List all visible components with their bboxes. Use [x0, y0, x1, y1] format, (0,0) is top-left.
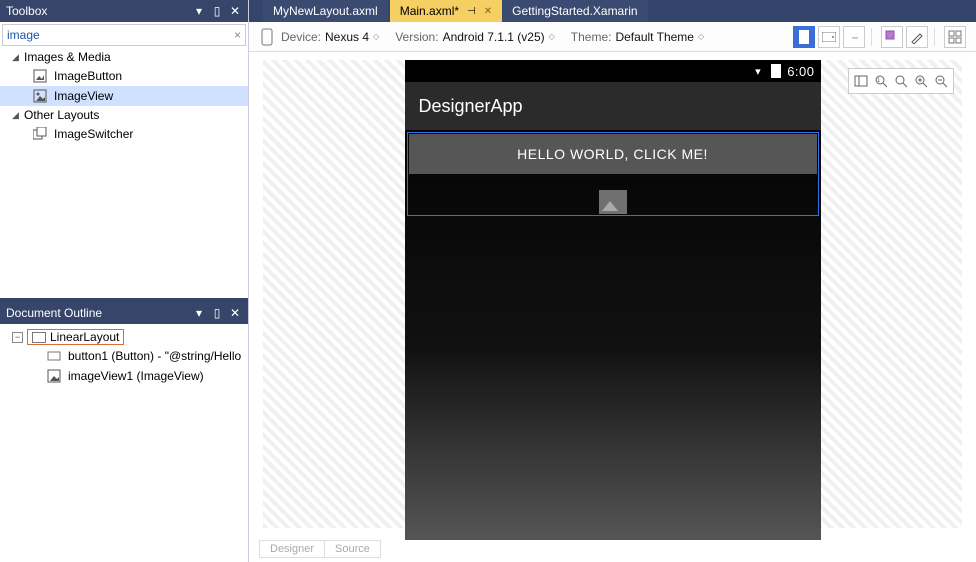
- button-icon: [46, 348, 62, 364]
- child-label: imageView1 (ImageView): [68, 369, 204, 383]
- device-dropdown[interactable]: ◇: [371, 32, 381, 41]
- button-text: HELLO WORLD, CLICK ME!: [517, 146, 708, 162]
- imageview-icon: [32, 88, 48, 104]
- imageswitcher-icon: [32, 126, 48, 142]
- outline-root[interactable]: − LinearLayout: [0, 328, 248, 346]
- collapse-icon[interactable]: −: [12, 332, 23, 343]
- tab-mynewlayout[interactable]: MyNewLayout.axml: [263, 0, 388, 22]
- pin-icon[interactable]: ⊣: [467, 6, 476, 17]
- item-imageview[interactable]: ImageView: [0, 86, 248, 106]
- app-bar: DesignerApp: [405, 82, 821, 130]
- tab-label: Main.axml*: [400, 4, 459, 18]
- pin-icon[interactable]: ▯: [210, 306, 224, 320]
- zoom-toolbar: 1: [848, 68, 954, 94]
- pin-icon[interactable]: ▯: [210, 4, 224, 18]
- linearlayout-icon: [32, 332, 46, 343]
- version-dropdown[interactable]: ◇: [547, 32, 557, 41]
- outline-title: Document Outline: [6, 306, 188, 320]
- tab-gettingstarted[interactable]: GettingStarted.Xamarin: [502, 0, 647, 22]
- designer-tab[interactable]: Designer: [259, 540, 325, 558]
- group-label: Images & Media: [24, 50, 111, 64]
- source-tab[interactable]: Source: [325, 540, 381, 558]
- theme-dropdown[interactable]: ◇: [696, 32, 706, 41]
- group-label: Other Layouts: [24, 108, 99, 122]
- toolbox-tree: ◢ Images & Media ImageButton ImageView ◢…: [0, 46, 248, 298]
- zoom-out-icon[interactable]: [931, 71, 951, 91]
- item-imagebutton[interactable]: ImageButton: [0, 66, 248, 86]
- device-value: Nexus 4: [325, 30, 369, 44]
- toolbox-search[interactable]: ×: [2, 24, 246, 46]
- outline-header: Document Outline ▾ ▯ ✕: [0, 302, 248, 324]
- toolbox-panel: Toolbox ▾ ▯ ✕ × ◢ Images & Media ImageBu…: [0, 0, 248, 302]
- search-input[interactable]: [7, 28, 234, 42]
- svg-text:1: 1: [877, 78, 881, 84]
- highlight-button[interactable]: [881, 26, 903, 48]
- dropdown-icon[interactable]: ▾: [192, 4, 206, 18]
- version-value: Android 7.1.1 (v25): [443, 30, 545, 44]
- wifi-icon: ▾: [755, 65, 761, 78]
- tab-label: MyNewLayout.axml: [273, 4, 378, 18]
- selection-outline: HELLO WORLD, CLICK ME!: [407, 132, 819, 216]
- outline-child-button[interactable]: button1 (Button) - "@string/Hello: [0, 346, 248, 366]
- grid-button[interactable]: [944, 26, 966, 48]
- expander-icon[interactable]: ◢: [12, 110, 22, 121]
- phone-icon: [259, 29, 275, 45]
- item-label: ImageSwitcher: [54, 127, 133, 141]
- editor-tabs: MyNewLayout.axml Main.axml* ⊣ ✕ GettingS…: [249, 0, 976, 22]
- edit-button[interactable]: [906, 26, 928, 48]
- view-tabs: Designer Source: [259, 540, 381, 558]
- item-label: ImageView: [54, 89, 113, 103]
- status-bar: ▾ 6:00: [405, 60, 821, 82]
- separator: [871, 28, 872, 46]
- outline-child-imageview[interactable]: imageView1 (ImageView): [0, 366, 248, 386]
- version-label: Version:: [395, 30, 438, 44]
- imageview-icon: [46, 368, 62, 384]
- dropdown-icon[interactable]: ▾: [192, 306, 206, 320]
- clear-search-icon[interactable]: ×: [234, 28, 241, 42]
- group-other-layouts[interactable]: ◢ Other Layouts: [0, 106, 248, 124]
- designer-toolbar: Device: Nexus 4 ◇ Version: Android 7.1.1…: [249, 22, 976, 52]
- document-outline-panel: Document Outline ▾ ▯ ✕ − LinearLayout bu…: [0, 302, 248, 562]
- tab-main-axml[interactable]: Main.axml* ⊣ ✕: [390, 0, 502, 22]
- close-icon[interactable]: ✕: [228, 4, 242, 18]
- root-label: LinearLayout: [50, 330, 119, 344]
- close-icon[interactable]: ✕: [228, 306, 242, 320]
- separator: [934, 28, 935, 46]
- hello-button[interactable]: HELLO WORLD, CLICK ME!: [409, 134, 817, 174]
- imagebutton-icon: [32, 68, 48, 84]
- theme-label: Theme:: [571, 30, 612, 44]
- landscape-button[interactable]: [818, 26, 840, 48]
- zoom-in-icon[interactable]: [911, 71, 931, 91]
- child-label: button1 (Button) - "@string/Hello: [68, 349, 241, 363]
- toolbox-title: Toolbox: [6, 4, 188, 18]
- designer-canvas[interactable]: ▾ 6:00 DesignerApp HELLO WORLD, CLICK ME…: [249, 52, 976, 562]
- app-title: DesignerApp: [419, 96, 523, 117]
- group-images-media[interactable]: ◢ Images & Media: [0, 48, 248, 66]
- device-label: Device:: [281, 30, 321, 44]
- fit-icon[interactable]: [851, 71, 871, 91]
- more-button[interactable]: ···: [843, 26, 865, 48]
- battery-icon: [771, 64, 781, 78]
- zoom-reset-icon[interactable]: 1: [871, 71, 891, 91]
- zoom-actual-icon[interactable]: [891, 71, 911, 91]
- portrait-button[interactable]: [793, 26, 815, 48]
- tab-label: GettingStarted.Xamarin: [512, 4, 637, 18]
- imageview-placeholder[interactable]: [599, 190, 627, 214]
- toolbox-header: Toolbox ▾ ▯ ✕: [0, 0, 248, 22]
- theme-value: Default Theme: [615, 30, 694, 44]
- close-tab-icon[interactable]: ✕: [484, 6, 492, 17]
- device-preview: ▾ 6:00 DesignerApp HELLO WORLD, CLICK ME…: [405, 60, 821, 540]
- layout-root[interactable]: HELLO WORLD, CLICK ME!: [405, 130, 821, 218]
- expander-icon[interactable]: ◢: [12, 52, 22, 63]
- clock: 6:00: [787, 64, 814, 79]
- item-imageswitcher[interactable]: ImageSwitcher: [0, 124, 248, 144]
- item-label: ImageButton: [54, 69, 122, 83]
- outline-body: − LinearLayout button1 (Button) - "@stri…: [0, 324, 248, 562]
